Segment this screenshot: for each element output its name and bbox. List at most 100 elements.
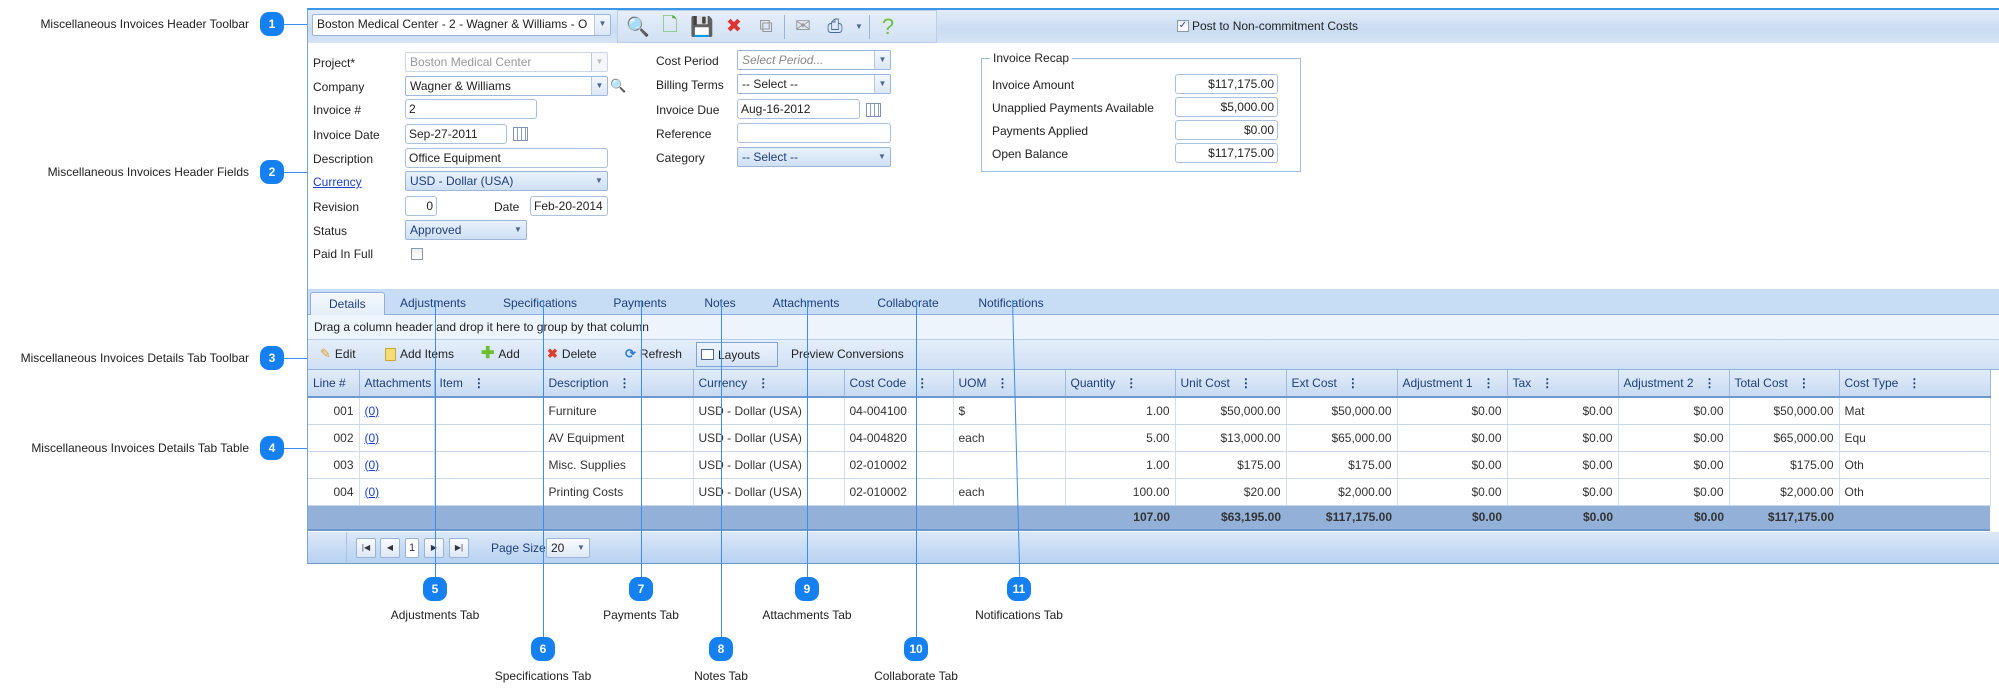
add-items-button[interactable]: Add Items bbox=[385, 347, 454, 361]
column-menu-icon[interactable]: ⋮ bbox=[916, 376, 928, 390]
paid-in-full-checkbox[interactable] bbox=[411, 248, 423, 260]
column-menu-icon[interactable]: ⋮ bbox=[619, 376, 631, 390]
company-select[interactable]: Wagner & Williams ▼ bbox=[405, 76, 608, 96]
table-row[interactable]: 004 (0) Printing Costs USD - Dollar (USA) 02… bbox=[308, 478, 1991, 506]
table-row[interactable]: 002 (0) AV Equipment USD - Dollar (USA) 04-0… bbox=[308, 424, 1991, 452]
column-header[interactable]: Attachments bbox=[359, 370, 435, 398]
description-input[interactable]: Office Equipment bbox=[405, 148, 608, 168]
attachments-link[interactable]: (0) bbox=[365, 431, 380, 445]
tab-notes[interactable]: Notes bbox=[704, 292, 735, 315]
column-menu-icon[interactable]: ⋮ bbox=[1541, 376, 1553, 390]
delete-icon[interactable]: ✖ bbox=[720, 14, 748, 40]
currency-select[interactable]: USD - Dollar (USA) ▼ bbox=[405, 171, 608, 191]
tab-attachments[interactable]: Attachments bbox=[773, 292, 840, 315]
refresh-button[interactable]: ⟳ Refresh bbox=[625, 347, 682, 362]
chevron-down-icon[interactable]: ▼ bbox=[510, 221, 526, 239]
tab-adjustments[interactable]: Adjustments bbox=[400, 292, 466, 315]
callout-label: Miscellaneous Invoices Header Toolbar bbox=[40, 17, 249, 31]
tab-collaborate[interactable]: Collaborate bbox=[877, 292, 938, 315]
invoice-number-input[interactable]: 2 bbox=[405, 99, 537, 119]
column-menu-icon[interactable]: ⋮ bbox=[1483, 376, 1495, 390]
column-menu-icon[interactable]: ⋮ bbox=[473, 376, 485, 390]
billing-terms-value: -- Select -- bbox=[742, 77, 799, 91]
attachments-link[interactable]: (0) bbox=[365, 404, 380, 418]
column-menu-icon[interactable]: ⋮ bbox=[1908, 376, 1920, 390]
column-menu-icon[interactable]: ⋮ bbox=[1125, 376, 1137, 390]
column-menu-icon[interactable]: ⋮ bbox=[1704, 376, 1716, 390]
post-non-commitment-checkbox[interactable]: ✓ bbox=[1177, 20, 1189, 32]
group-by-panel[interactable]: Drag a column header and drop it here to… bbox=[308, 315, 1999, 340]
last-page-button[interactable]: ▶| bbox=[449, 538, 469, 558]
column-header[interactable]: Quantity ⋮ bbox=[1065, 370, 1176, 398]
page-number[interactable]: 1 bbox=[405, 538, 419, 558]
table-row[interactable]: 001 (0) Furniture USD - Dollar (USA) 04-0041… bbox=[308, 397, 1991, 425]
column-header[interactable]: Unit Cost ⋮ bbox=[1175, 370, 1287, 398]
print-icon[interactable]: ⎙ bbox=[821, 14, 849, 40]
prev-page-button[interactable]: ◀ bbox=[380, 538, 400, 558]
chevron-down-icon[interactable]: ▼ bbox=[874, 51, 890, 69]
column-header[interactable]: Tax ⋮ bbox=[1507, 370, 1619, 398]
record-selector[interactable]: Boston Medical Center - 2 - Wagner & Wil… bbox=[312, 14, 611, 36]
column-menu-icon[interactable]: ⋮ bbox=[1798, 376, 1810, 390]
new-icon[interactable]: 🗋 bbox=[656, 14, 684, 40]
chevron-down-icon[interactable]: ▼ bbox=[591, 172, 607, 190]
chevron-down-icon[interactable]: ▼ bbox=[874, 148, 890, 166]
revision-date-input[interactable]: Feb-20-2014 bbox=[530, 196, 608, 216]
layouts-button[interactable]: Layouts bbox=[696, 342, 778, 367]
table-cell: $50,000.00 bbox=[1286, 397, 1398, 425]
post-non-commitment-label: Post to Non-commitment Costs bbox=[1192, 19, 1359, 33]
column-header[interactable]: Adjustment 2 ⋮ bbox=[1618, 370, 1730, 398]
billing-terms-select[interactable]: -- Select -- ▼ bbox=[737, 74, 891, 94]
table-row[interactable]: 003 (0) Misc. Supplies USD - Dollar (USA) 02… bbox=[308, 451, 1991, 479]
column-header[interactable]: Line # bbox=[308, 370, 360, 398]
column-header[interactable]: Cost Code ⋮ bbox=[844, 370, 954, 398]
column-menu-icon[interactable]: ⋮ bbox=[757, 376, 769, 390]
save-icon[interactable]: 💾 bbox=[688, 14, 716, 40]
column-menu-icon[interactable]: ⋮ bbox=[997, 376, 1009, 390]
attachments-link[interactable]: (0) bbox=[365, 485, 380, 499]
cost-period-select[interactable]: Select Period... ▼ bbox=[737, 50, 891, 70]
column-menu-icon[interactable]: ⋮ bbox=[1240, 376, 1252, 390]
tab-specifications[interactable]: Specifications bbox=[503, 292, 577, 315]
tab-payments[interactable]: Payments bbox=[613, 292, 666, 315]
delete-button[interactable]: ✖ Delete bbox=[547, 347, 597, 362]
category-select[interactable]: -- Select -- ▼ bbox=[737, 147, 891, 167]
column-header[interactable]: UOM ⋮ bbox=[953, 370, 1066, 398]
invoice-due-input[interactable]: Aug-16-2012 bbox=[737, 99, 860, 119]
chevron-down-icon[interactable]: ▼ bbox=[591, 77, 607, 95]
column-header[interactable]: Currency ⋮ bbox=[693, 370, 845, 398]
chevron-down-icon[interactable]: ▼ bbox=[594, 15, 610, 35]
email-icon[interactable]: ✉ bbox=[789, 14, 817, 40]
search-icon[interactable]: 🔍 bbox=[624, 14, 652, 40]
column-menu-icon[interactable]: ⋮ bbox=[1347, 376, 1359, 390]
column-header[interactable]: Item ⋮ bbox=[434, 370, 544, 398]
tab-details[interactable]: Details bbox=[310, 292, 385, 315]
column-header[interactable]: Cost Type ⋮ bbox=[1839, 370, 1991, 398]
revision-input[interactable]: 0 bbox=[405, 196, 437, 216]
first-page-button[interactable]: |◀ bbox=[356, 538, 376, 558]
table-cell: $2,000.00 bbox=[1286, 478, 1398, 506]
status-select[interactable]: Approved ▼ bbox=[405, 220, 527, 240]
chevron-down-icon[interactable]: ▼ bbox=[573, 539, 589, 557]
currency-link[interactable]: Currency bbox=[313, 175, 362, 189]
copy-icon[interactable]: ⧉ bbox=[752, 14, 780, 40]
calendar-icon[interactable] bbox=[866, 103, 881, 117]
column-header[interactable]: Ext Cost ⋮ bbox=[1286, 370, 1398, 398]
edit-button[interactable]: ✎ Edit bbox=[320, 347, 356, 362]
invoice-date-input[interactable]: Sep-27-2011 bbox=[405, 124, 507, 144]
next-page-button[interactable]: ▶ bbox=[424, 538, 444, 558]
attachments-link[interactable]: (0) bbox=[365, 458, 380, 472]
dropdown-icon[interactable]: ▼ bbox=[853, 14, 865, 40]
page-size-select[interactable]: 20 ▼ bbox=[546, 538, 590, 558]
tab-notifications[interactable]: Notifications bbox=[978, 292, 1043, 315]
table-cell: Mat bbox=[1839, 397, 1991, 425]
reference-input[interactable] bbox=[737, 123, 891, 143]
column-header[interactable]: Adjustment 1 ⋮ bbox=[1397, 370, 1508, 398]
company-search-icon[interactable]: 🔍 bbox=[610, 78, 626, 94]
calendar-icon[interactable] bbox=[513, 127, 528, 141]
help-icon[interactable]: ? bbox=[874, 14, 902, 40]
add-button[interactable]: ✚ Add bbox=[481, 346, 520, 362]
column-header[interactable]: Total Cost ⋮ bbox=[1729, 370, 1840, 398]
chevron-down-icon[interactable]: ▼ bbox=[874, 75, 890, 93]
column-header[interactable]: Description ⋮ bbox=[543, 370, 694, 398]
